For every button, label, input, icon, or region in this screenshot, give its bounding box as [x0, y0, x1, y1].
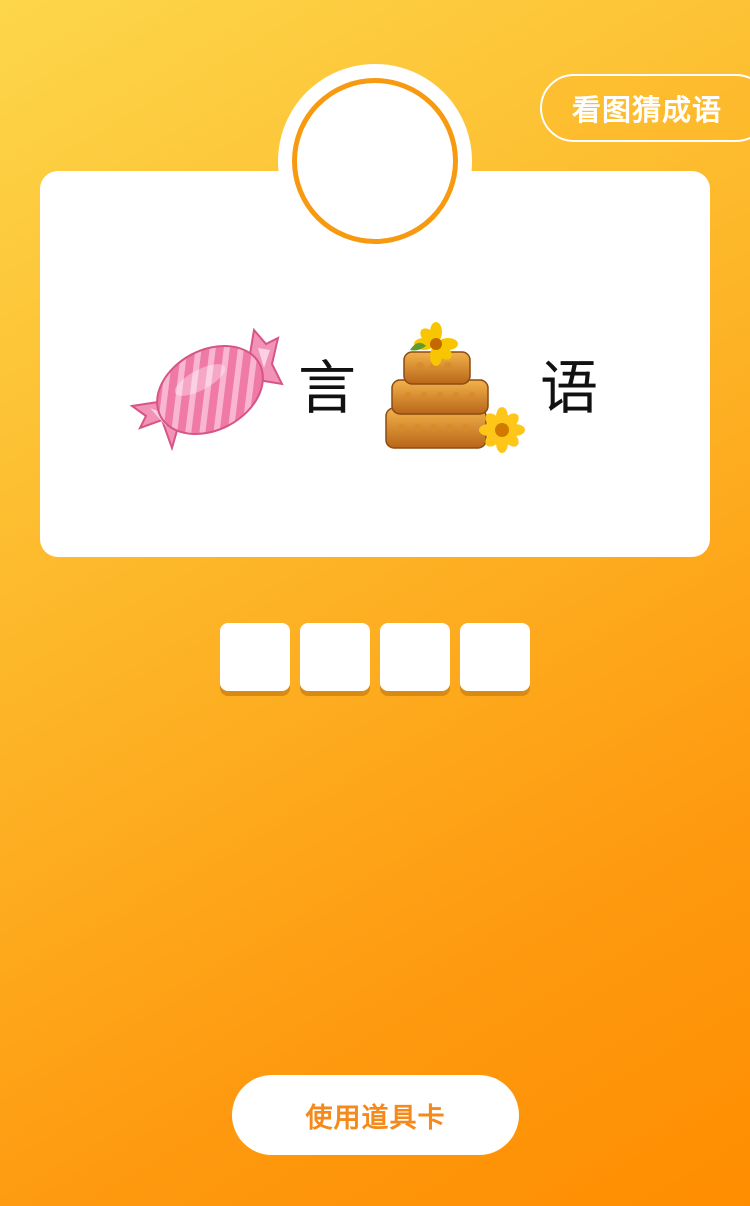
game-mode-badge[interactable]: 看图猜成语 — [540, 74, 750, 142]
answer-slots — [220, 623, 530, 691]
use-prop-card-button[interactable]: 使用道具卡 — [232, 1075, 519, 1155]
answer-slot-3[interactable] — [380, 623, 450, 691]
clue-character-2: 言 — [298, 354, 357, 422]
honeycomb-icon — [385, 322, 525, 453]
answer-slot-2[interactable] — [300, 623, 370, 691]
candy-icon — [130, 327, 284, 452]
answer-slot-1[interactable] — [220, 623, 290, 691]
timer-ring — [292, 78, 458, 244]
clue-character-4: 语 — [540, 354, 599, 422]
puzzle-clue-row: 言 语 — [40, 320, 710, 460]
answer-slot-4[interactable] — [460, 623, 530, 691]
